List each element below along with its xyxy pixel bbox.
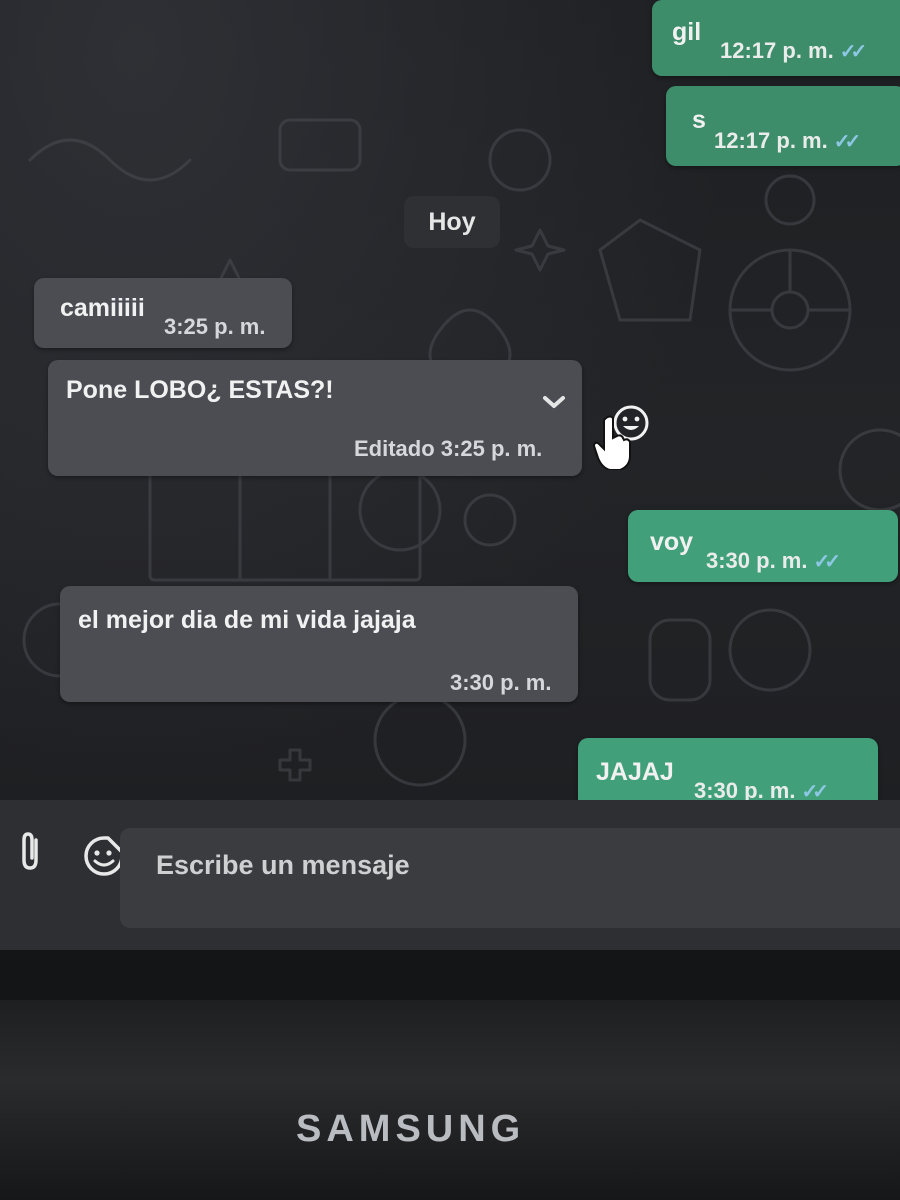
message-time: 3:25 p. m. [440,436,543,461]
monitor-brand-logo: SAMSUNG [296,1108,526,1150]
message-text: Pone LOBO¿ ESTAS?! [66,376,334,404]
message-meta: 12:17 p. m. ✓✓ [714,128,861,154]
message-text: voy [650,528,694,556]
message-bubble-outgoing[interactable]: voy 3:30 p. m. ✓✓ [628,510,898,582]
message-time: 12:17 p. m. [714,128,828,153]
day-separator: Hoy [404,196,500,248]
message-text: JAJAJ [596,758,674,786]
message-meta: 3:30 p. m. ✓✓ [706,548,841,574]
message-time: 3:30 p. m. [706,548,808,573]
message-bubble-incoming[interactable]: Pone LOBO¿ ESTAS?! Editado 3:25 p. m. [48,360,582,476]
message-text: el mejor dia de mi vida jajaja [78,606,416,634]
read-ticks-icon: ✓✓ [839,41,867,63]
message-text: gil [672,18,702,46]
message-time: 12:17 p. m. [720,38,834,63]
read-ticks-icon: ✓✓ [833,131,861,153]
message-meta: Editado 3:25 p. m. [354,436,542,462]
message-text: s [692,106,706,134]
screen-edge [0,950,900,1000]
message-input-placeholder[interactable]: Escribe un mensaje [156,850,410,881]
chat-screen: gil 12:17 p. m. ✓✓ s 12:17 p. m. ✓✓ Hoy ca… [0,0,900,1000]
message-meta: 12:17 p. m. ✓✓ [720,38,867,64]
message-time: 3:30 p. m. [450,670,552,695]
message-text: camiiiii [60,294,145,322]
message-bubble-incoming[interactable]: el mejor dia de mi vida jajaja 3:30 p. m… [60,586,578,702]
message-bubble-incoming[interactable]: camiiiii 3:25 p. m. [34,278,292,348]
monitor-bezel [0,1000,900,1200]
message-bubble-outgoing[interactable]: gil 12:17 p. m. ✓✓ [652,0,900,76]
read-ticks-icon: ✓✓ [813,551,840,573]
hand-cursor-icon [592,415,631,470]
chevron-down-icon[interactable] [540,388,568,416]
paperclip-icon[interactable] [14,830,48,872]
edited-label: Editado [354,436,435,461]
message-bubble-outgoing[interactable]: s 12:17 p. m. ✓✓ [666,86,900,166]
message-time: 3:25 p. m. [164,314,266,339]
